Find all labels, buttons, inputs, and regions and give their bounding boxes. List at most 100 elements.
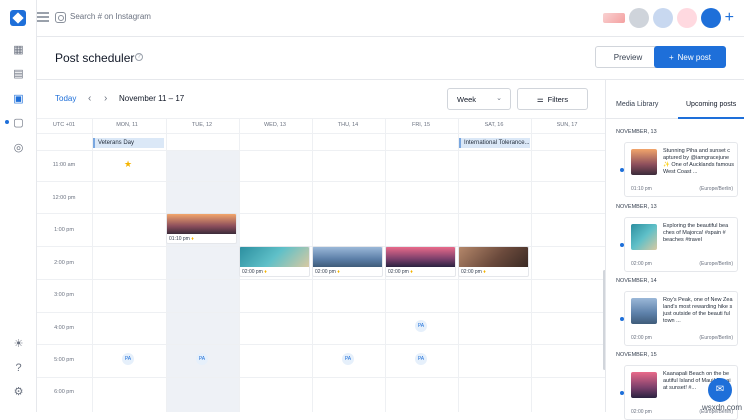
post-status-dot xyxy=(620,391,624,395)
account-avatar[interactable] xyxy=(628,8,649,28)
post-thumbnail xyxy=(240,247,309,267)
analytics-icon[interactable]: ▤ xyxy=(12,68,25,81)
view-select[interactable]: Week ⌄ xyxy=(447,88,511,110)
upcoming-post-card[interactable]: Roy's Peak, one of New Zea land's most r… xyxy=(620,291,738,346)
scheduled-post[interactable]: 02:00 pm ♦ xyxy=(239,246,310,277)
post-timezone: (Europe/Berlin) xyxy=(699,335,733,341)
planned-badge[interactable]: PA xyxy=(415,320,427,332)
account-avatar[interactable] xyxy=(676,8,697,28)
holiday-event[interactable]: Veterans Day xyxy=(93,138,164,148)
account-avatar-active[interactable] xyxy=(700,8,721,28)
post-time: 02:00 pm ♦ xyxy=(388,269,413,275)
grid-line xyxy=(37,133,605,134)
lightbulb-icon: ♦ xyxy=(337,269,340,275)
grid-line xyxy=(37,377,605,378)
post-thumbnail xyxy=(313,247,382,267)
planned-badge[interactable]: PA xyxy=(196,353,208,365)
filters-label: Filters xyxy=(547,94,569,104)
grid-line xyxy=(166,119,167,412)
post-thumbnail xyxy=(459,247,528,267)
post-time: 02:00 pm xyxy=(631,335,652,341)
post-thumbnail xyxy=(631,298,657,324)
scheduled-post[interactable]: 01:10 pm ♦ xyxy=(166,213,237,244)
date-range-label: November 11 – 17 xyxy=(119,94,185,103)
star-icon[interactable]: ★ xyxy=(124,159,132,170)
day-header[interactable]: THU, 14 xyxy=(312,122,384,128)
day-header[interactable]: TUE, 12 xyxy=(166,122,238,128)
day-group-label: NOVEMBER, 15 xyxy=(616,352,657,358)
week-calendar: UTC +01 MON, 11 TUE, 12 WED, 13 THU, 14 … xyxy=(37,119,605,412)
lightbulb-icon: ♦ xyxy=(191,236,194,242)
grid-line xyxy=(37,181,605,182)
view-select-value: Week xyxy=(457,94,477,104)
chevron-left-icon[interactable]: ‹ xyxy=(88,93,91,104)
day-header[interactable]: MON, 11 xyxy=(91,122,163,128)
scheduled-post[interactable]: 02:00 pm ♦ xyxy=(385,246,456,277)
grid-line xyxy=(92,119,93,412)
tab-media-library[interactable]: Media Library xyxy=(616,101,658,108)
info-icon[interactable]: ? xyxy=(135,53,143,61)
messages-icon[interactable]: ▢ xyxy=(12,117,25,130)
upcoming-post-card[interactable]: Stunning Piha and sunset c aptured by @i… xyxy=(620,142,738,197)
account-avatar[interactable] xyxy=(652,8,673,28)
today-button[interactable]: Today xyxy=(55,94,76,103)
time-label: 3:00 pm xyxy=(54,292,74,298)
post-caption: Roy's Peak, one of New Zea land's most r… xyxy=(663,297,733,324)
planned-badge[interactable]: PA xyxy=(122,353,134,365)
grid-line xyxy=(37,150,605,151)
post-time: 02:00 pm ♦ xyxy=(315,269,340,275)
planned-badge[interactable]: PA xyxy=(415,353,427,365)
scheduled-post[interactable]: 02:00 pm ♦ xyxy=(312,246,383,277)
day-header[interactable]: SUN, 17 xyxy=(531,122,603,128)
post-thumbnail xyxy=(631,149,657,175)
dashboard-icon[interactable]: ▦ xyxy=(12,44,25,57)
time-label: 2:00 pm xyxy=(54,260,74,266)
search-input[interactable]: Search # on Instagram xyxy=(70,12,151,21)
page-header: Post scheduler ? Preview + New post xyxy=(37,37,744,80)
hamburger-menu-icon[interactable] xyxy=(37,12,49,22)
lightbulb-icon: ♦ xyxy=(264,269,267,275)
preview-button[interactable]: Preview xyxy=(595,46,661,68)
add-account-icon[interactable]: + xyxy=(725,9,734,27)
tab-upcoming-posts[interactable]: Upcoming posts xyxy=(686,101,736,108)
lightbulb-icon: ♦ xyxy=(483,269,486,275)
upcoming-post-card[interactable]: Exploring the beautiful bea ches of Majo… xyxy=(620,217,738,272)
chat-support-icon[interactable]: ✉ xyxy=(708,378,732,402)
grid-line xyxy=(37,312,605,313)
post-timezone: (Europe/Berlin) xyxy=(699,261,733,267)
page-title: Post scheduler xyxy=(55,51,135,65)
chevron-down-icon: ⌄ xyxy=(496,95,502,102)
holiday-event[interactable]: International Tolerance... xyxy=(459,138,530,148)
grid-line xyxy=(37,344,605,345)
post-timezone: (Europe/Berlin) xyxy=(699,186,733,192)
broadcast-icon[interactable]: ◎ xyxy=(12,142,25,155)
filters-button[interactable]: ⚌ Filters xyxy=(517,88,588,110)
day-header[interactable]: WED, 13 xyxy=(239,122,311,128)
post-status-dot xyxy=(620,317,624,321)
app-logo-icon[interactable] xyxy=(10,10,26,26)
chevron-right-icon[interactable]: › xyxy=(104,93,107,104)
today-column-highlight xyxy=(166,150,239,412)
ideas-icon[interactable]: ☀ xyxy=(12,338,25,351)
post-time: 02:00 pm xyxy=(631,261,652,267)
planned-badge[interactable]: PA xyxy=(342,353,354,365)
help-circle-icon[interactable]: ? xyxy=(12,362,25,375)
settings-gear-icon[interactable]: ⚙ xyxy=(12,386,25,399)
calendar-icon[interactable]: ▣ xyxy=(12,93,25,106)
instagram-icon xyxy=(55,12,66,23)
right-panel: Media Library Upcoming posts NOVEMBER, 1… xyxy=(605,80,744,420)
account-avatar[interactable] xyxy=(602,13,625,23)
left-sidebar: ▦ ▤ ▣ ▢ ◎ ☀ ? ⚙ xyxy=(0,0,37,412)
post-time: 02:00 pm ♦ xyxy=(461,269,486,275)
post-status-dot xyxy=(620,243,624,247)
post-time: 02:00 pm ♦ xyxy=(242,269,267,275)
active-tab-indicator xyxy=(678,117,744,119)
lightbulb-icon: ♦ xyxy=(410,269,413,275)
post-status-dot xyxy=(620,168,624,172)
day-header[interactable]: SAT, 16 xyxy=(458,122,530,128)
day-header[interactable]: FRI, 15 xyxy=(385,122,457,128)
grid-line xyxy=(531,119,532,412)
new-post-button[interactable]: + New post xyxy=(654,46,726,68)
panel-tabs: Media Library Upcoming posts xyxy=(606,80,744,119)
scheduled-post[interactable]: 02:00 pm ♦ xyxy=(458,246,529,277)
